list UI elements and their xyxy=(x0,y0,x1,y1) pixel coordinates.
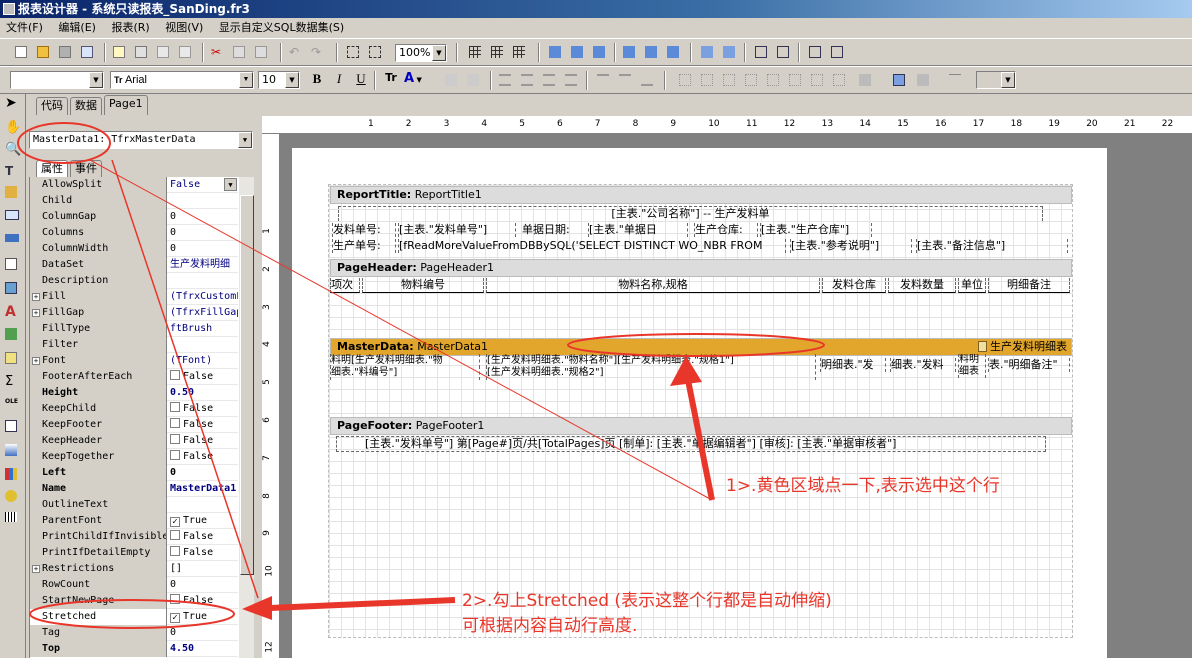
annotation-overlay xyxy=(17,122,825,629)
annotation-arrowhead-up xyxy=(670,356,702,386)
highlight-master-band xyxy=(567,333,825,357)
highlight-stretched-row xyxy=(29,599,235,629)
annotation-note-1: 1>.黄色区域点一下,表示选中这个行 xyxy=(726,476,1000,496)
annotation-note-2a: 2>.勾上Stretched (表示这整个行都是自动伸缩) xyxy=(462,591,832,611)
annotation-arrow-left xyxy=(269,597,456,611)
annotation-arrow-up xyxy=(685,379,715,501)
annotation-arrowhead-left xyxy=(242,596,272,620)
annotation-note-2b: 可根据内容自动行高度. xyxy=(462,616,638,636)
highlight-object-selector xyxy=(17,122,111,164)
annotation-leader-line-2 xyxy=(111,159,259,599)
annotation-leader-line xyxy=(89,159,713,501)
